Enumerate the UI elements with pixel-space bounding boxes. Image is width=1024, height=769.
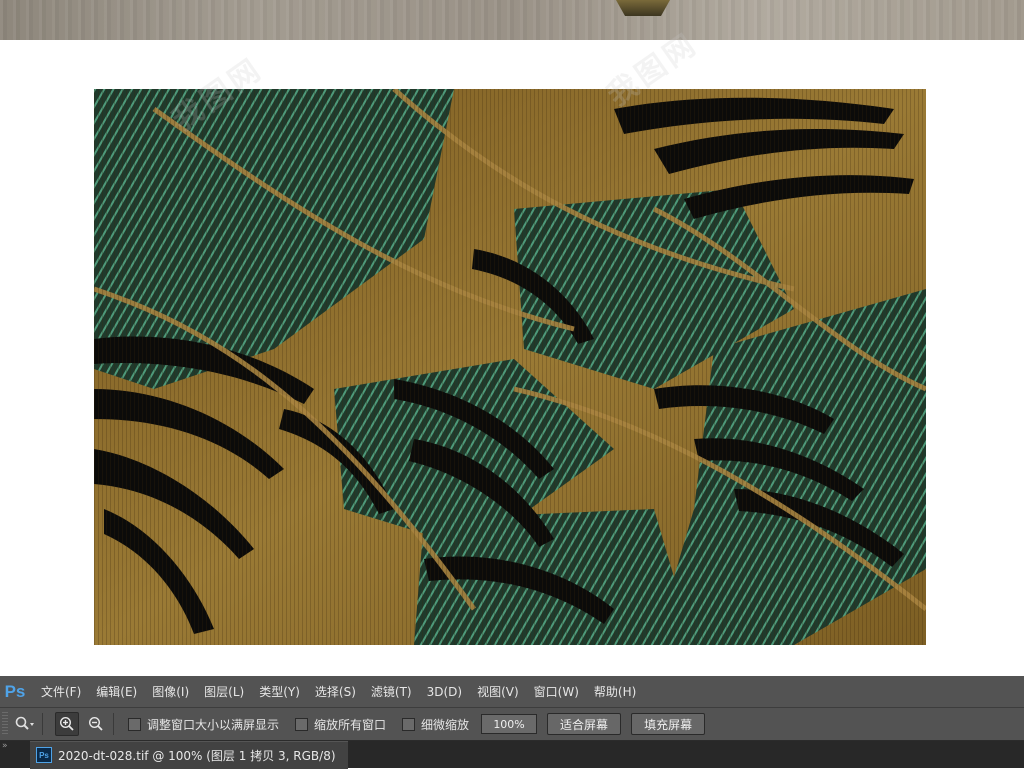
menu-file[interactable]: 文件(F) — [41, 683, 81, 700]
document-tab-bar: » Ps 2020-dt-028.tif @ 100% (图层 1 拷贝 3, … — [0, 740, 1024, 769]
panel-collapse-icon[interactable]: » — [0, 741, 30, 768]
background-wood-strip — [0, 0, 1024, 40]
scrubby-zoom-label: 细微缩放 — [421, 717, 470, 732]
menu-window[interactable]: 窗口(W) — [534, 683, 579, 700]
fill-screen-button[interactable]: 填充屏幕 — [631, 713, 706, 735]
zoom-in-button[interactable] — [55, 712, 79, 736]
menu-help[interactable]: 帮助(H) — [594, 683, 636, 700]
zoom-all-windows-label: 缩放所有窗口 — [314, 717, 387, 732]
checkbox-box[interactable] — [295, 717, 309, 731]
zoom-out-button[interactable] — [85, 713, 107, 735]
options-bar: 调整窗口大小以满屏显示 缩放所有窗口 细微缩放 100% 适合屏幕 填充屏幕 — [0, 708, 1024, 741]
document-tab[interactable]: Ps 2020-dt-028.tif @ 100% (图层 1 拷贝 3, RG… — [30, 740, 348, 769]
fit-screen-button[interactable]: 适合屏幕 — [547, 713, 622, 735]
zoom-icon — [15, 716, 34, 730]
menu-filter[interactable]: 滤镜(T) — [371, 683, 412, 700]
checkbox-box[interactable] — [402, 717, 416, 731]
zoom-all-windows-checkbox[interactable]: 缩放所有窗口 — [295, 716, 386, 733]
menu-layer[interactable]: 图层(L) — [204, 683, 244, 700]
options-bar-grip[interactable] — [2, 712, 8, 736]
palm-leaf-illustration — [94, 89, 926, 645]
resize-windows-label: 调整窗口大小以满屏显示 — [147, 717, 280, 732]
photoshop-logo: Ps — [4, 681, 26, 701]
resize-windows-checkbox[interactable]: 调整窗口大小以满屏显示 — [128, 716, 279, 733]
zoom-tool-preset-picker[interactable] — [14, 713, 36, 735]
photoshop-document-icon: Ps — [36, 747, 52, 763]
menu-view[interactable]: 视图(V) — [477, 683, 519, 700]
menu-type[interactable]: 类型(Y) — [259, 683, 300, 700]
scrubby-zoom-checkbox[interactable]: 细微缩放 — [402, 716, 469, 733]
menu-select[interactable]: 选择(S) — [315, 683, 356, 700]
document-title: 2020-dt-028.tif @ 100% (图层 1 拷贝 3, RGB/8… — [58, 748, 336, 763]
menu-3d[interactable]: 3D(D) — [427, 685, 462, 699]
checkbox-box[interactable] — [128, 717, 141, 731]
separator — [113, 713, 114, 735]
zoom-out-icon — [88, 716, 103, 731]
zoom-in-icon — [59, 716, 74, 731]
artwork-palm-leaves — [94, 89, 926, 645]
menu-edit[interactable]: 编辑(E) — [96, 683, 137, 700]
zoom-percent-field[interactable]: 100% — [481, 714, 538, 734]
menu-bar: Ps 文件(F) 编辑(E) 图像(I) 图层(L) 类型(Y) 选择(S) 滤… — [0, 676, 1024, 708]
separator — [42, 713, 43, 735]
menu-image[interactable]: 图像(I) — [152, 683, 189, 700]
wood-grain — [0, 0, 1024, 40]
